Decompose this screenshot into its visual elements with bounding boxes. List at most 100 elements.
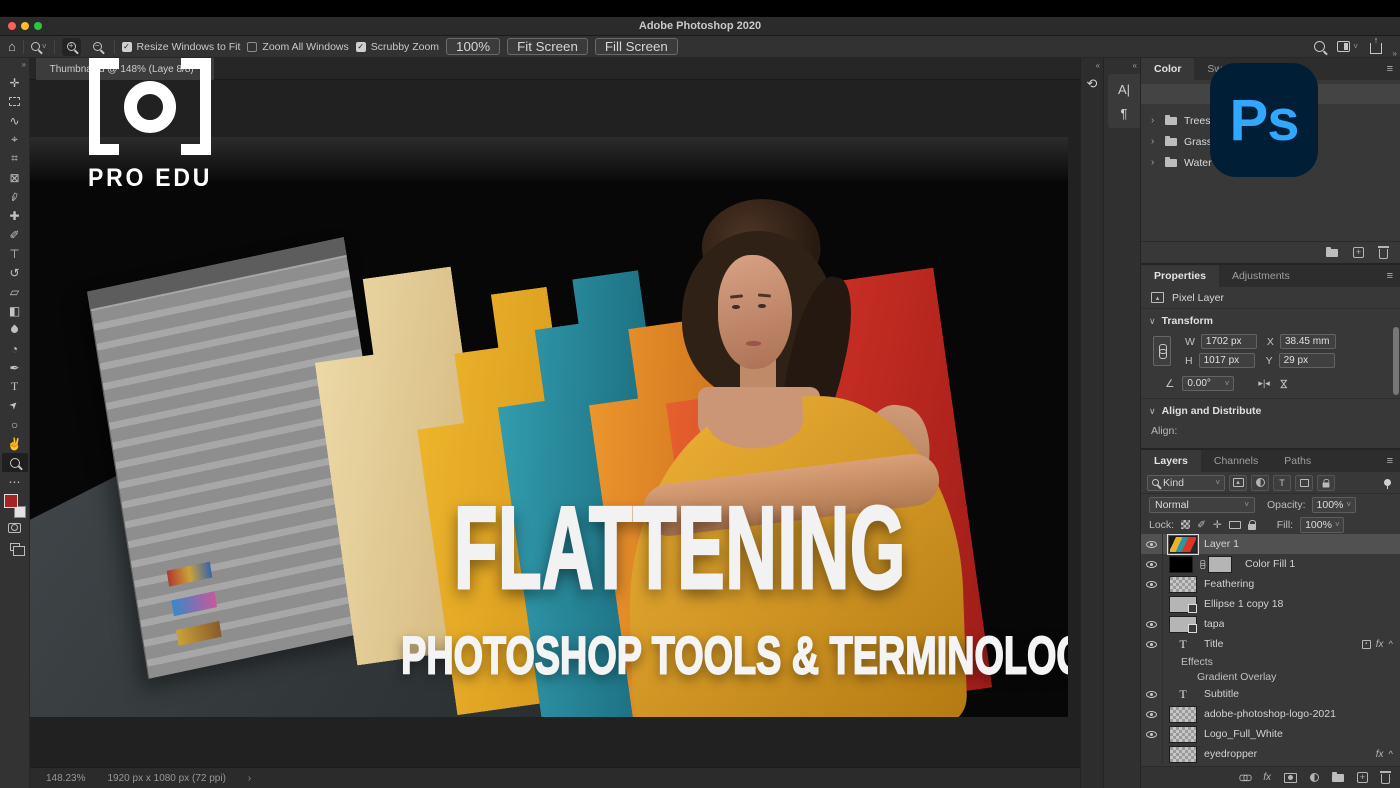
layer-row[interactable]: Feathering — [1141, 574, 1400, 594]
dodge-tool[interactable]: ◔ — [2, 339, 28, 358]
new-item-icon[interactable]: + — [1353, 247, 1364, 258]
type-tool[interactable]: T — [2, 377, 28, 396]
home-icon[interactable]: ⌂ — [8, 39, 16, 54]
new-layer-icon[interactable]: + — [1357, 772, 1368, 783]
collapse-effects-icon[interactable]: ^ — [1389, 749, 1393, 760]
screen-mode-button[interactable] — [2, 537, 28, 556]
zoom-tool-preset[interactable]: ˅ — [30, 42, 47, 51]
foreground-color-swatch[interactable] — [3, 494, 18, 508]
clone-stamp-tool[interactable]: ⊤ — [2, 244, 28, 263]
collapse-tools-icon[interactable]: » — [22, 60, 27, 69]
brush-tool[interactable]: ✐ — [2, 225, 28, 244]
align-section-header[interactable]: ∨ Align and Distribute — [1141, 402, 1400, 420]
panel-menu-icon[interactable]: ≡ — [1387, 270, 1393, 282]
layer-style-icon[interactable]: fx — [1263, 772, 1271, 783]
text-layer-thumbnail[interactable]: T — [1169, 636, 1197, 653]
lock-artboard-icon[interactable] — [1228, 520, 1241, 529]
visibility-toggle[interactable] — [1141, 654, 1163, 669]
zoom-100-button[interactable]: 100% — [446, 38, 501, 55]
lock-transparency-icon[interactable] — [1181, 520, 1191, 529]
tab-layers[interactable]: Layers — [1141, 450, 1201, 472]
tab-properties[interactable]: Properties — [1141, 265, 1219, 287]
layer-row[interactable]: Layer 1 — [1141, 534, 1400, 555]
zoom-all-windows-checkbox[interactable]: Zoom All Windows — [247, 41, 349, 53]
visibility-toggle[interactable] — [1141, 614, 1163, 634]
effect-row[interactable]: Gradient Overlay — [1141, 669, 1400, 684]
filter-smart-objects-icon[interactable] — [1317, 474, 1335, 491]
chevron-right-icon[interactable]: › — [1151, 157, 1158, 168]
layer-row[interactable]: T Title ▪ fx ^ — [1141, 634, 1400, 654]
layer-thumbnail[interactable] — [1167, 534, 1199, 555]
collapse-effects-icon[interactable]: ^ — [1389, 639, 1393, 650]
healing-brush-tool[interactable]: ✚ — [2, 206, 28, 225]
fx-icon[interactable]: fx — [1376, 749, 1384, 760]
zoom-in-button[interactable] — [61, 37, 81, 56]
visibility-toggle[interactable] — [1141, 669, 1163, 684]
shape-layer-thumbnail[interactable] — [1169, 615, 1197, 633]
layer-row[interactable]: Logo_Full_White — [1141, 724, 1400, 744]
gradient-tool[interactable]: ◧ — [2, 301, 28, 320]
fill-dropdown[interactable]: 100% ˅ — [1300, 516, 1345, 533]
resize-windows-checkbox[interactable]: ✓ Resize Windows to Fit — [121, 41, 240, 53]
visibility-toggle[interactable] — [1141, 554, 1163, 574]
fill-screen-button[interactable]: Fill Screen — [594, 38, 678, 55]
move-tool[interactable]: ✛ — [2, 73, 28, 92]
layer-mask-thumbnail[interactable] — [1208, 555, 1232, 573]
layer-thumbnail[interactable] — [1169, 575, 1197, 593]
flip-vertical-icon[interactable]: ⋈ — [1277, 378, 1289, 389]
character-panel-icon[interactable]: A| — [1108, 77, 1140, 101]
visibility-toggle[interactable] — [1141, 534, 1163, 554]
tab-paths[interactable]: Paths — [1271, 450, 1324, 472]
chevron-right-icon[interactable]: › — [1151, 115, 1158, 126]
collapse-dock-icon[interactable]: » — [1393, 49, 1398, 58]
hand-tool[interactable]: ✌ — [2, 434, 28, 453]
tab-adjustments[interactable]: Adjustments — [1219, 265, 1303, 287]
zoom-level-field[interactable]: 148.23% — [46, 773, 85, 784]
trash-icon[interactable] — [1378, 246, 1389, 259]
blend-mode-dropdown[interactable]: Normal ˅ — [1149, 496, 1255, 513]
filter-kind-dropdown[interactable]: Kind ˅ — [1147, 474, 1225, 491]
lock-all-icon[interactable] — [1247, 519, 1256, 530]
visibility-toggle[interactable] — [1141, 574, 1163, 594]
frame-tool[interactable]: ⊠ — [2, 168, 28, 187]
y-field[interactable]: 29 px — [1278, 353, 1335, 368]
history-brush-tool[interactable]: ↺ — [2, 263, 28, 282]
share-icon[interactable] — [1370, 35, 1382, 54]
visibility-toggle[interactable] — [1141, 634, 1163, 654]
marquee-tool[interactable] — [2, 92, 28, 111]
lasso-tool[interactable]: ∿ — [2, 111, 28, 130]
edit-toolbar-button[interactable]: ⋯ — [2, 472, 28, 491]
filter-shape-layers-icon[interactable] — [1295, 474, 1313, 491]
chevron-right-icon[interactable]: › — [1151, 136, 1158, 147]
layer-row[interactable]: Ellipse 1 copy 18 — [1141, 594, 1400, 614]
pen-tool[interactable]: ✒ — [2, 358, 28, 377]
lock-pixels-icon[interactable]: ✐ — [1197, 519, 1206, 531]
transform-section-header[interactable]: ∨ Transform — [1141, 312, 1400, 330]
color-swatches-widget[interactable] — [3, 494, 27, 518]
visibility-toggle[interactable] — [1141, 724, 1163, 744]
quick-mask-button[interactable] — [2, 518, 28, 537]
visibility-toggle[interactable] — [1141, 684, 1163, 704]
paragraph-panel-icon[interactable]: ¶ — [1108, 101, 1140, 125]
eraser-tool[interactable]: ▱ — [2, 282, 28, 301]
panel-menu-icon[interactable]: ≡ — [1387, 63, 1393, 75]
panel-menu-icon[interactable]: ≡ — [1387, 455, 1393, 467]
layer-thumbnail[interactable] — [1169, 745, 1197, 763]
scrubby-zoom-checkbox[interactable]: ✓ Scrubby Zoom — [355, 41, 439, 53]
lock-position-icon[interactable]: ✛ — [1213, 519, 1222, 531]
width-field[interactable]: 1702 px — [1200, 334, 1257, 349]
layer-row[interactable]: T Subtitle — [1141, 684, 1400, 704]
fit-screen-button[interactable]: Fit Screen — [507, 38, 588, 55]
effects-row[interactable]: Effects — [1141, 654, 1400, 669]
panel-scrollbar[interactable] — [1393, 327, 1399, 395]
opacity-dropdown[interactable]: 100% ˅ — [1311, 496, 1356, 513]
blur-tool[interactable] — [2, 320, 28, 339]
layer-row[interactable]: tapa — [1141, 614, 1400, 634]
zoom-tool[interactable] — [1, 453, 28, 472]
new-group-icon[interactable] — [1332, 771, 1344, 782]
height-field[interactable]: 1017 px — [1198, 353, 1255, 368]
visibility-toggle[interactable] — [1141, 744, 1163, 764]
path-selection-tool[interactable]: ➤ — [2, 396, 28, 415]
fill-layer-thumbnail[interactable] — [1169, 555, 1193, 573]
filter-toggle-icon[interactable] — [1384, 477, 1391, 489]
